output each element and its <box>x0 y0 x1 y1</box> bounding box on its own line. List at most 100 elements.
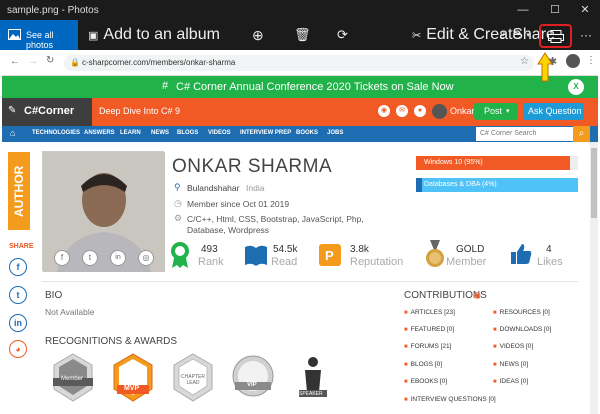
see-all-label: See all photos <box>26 30 54 50</box>
likes-label: Likes <box>537 256 563 268</box>
contrib-news[interactable]: NEWS [0] <box>493 361 529 368</box>
author-label: AUTHOR <box>12 165 26 217</box>
more-options-icon[interactable]: ··· <box>580 20 592 50</box>
user-avatar[interactable] <box>432 104 447 119</box>
book-icon <box>245 245 267 266</box>
contrib-articles[interactable]: ARTICLES [23] <box>404 309 455 316</box>
rss-icon[interactable]: ◉ <box>473 290 481 301</box>
hash-icon: # <box>162 80 169 92</box>
ask-question-button[interactable]: Ask Question <box>523 103 584 120</box>
profile-name: ONKAR SHARMA <box>172 156 333 177</box>
nav-learn[interactable]: LEARN <box>120 130 141 136</box>
messages-icon[interactable]: ✉ <box>396 105 408 117</box>
rotate-icon[interactable]: ⟳ <box>337 20 348 50</box>
profile-icon[interactable] <box>566 54 580 68</box>
search-icon[interactable]: ⌕ <box>573 126 590 142</box>
bio-text: Not Available <box>45 307 95 317</box>
maximize-icon[interactable]: ☐ <box>540 0 570 20</box>
print-button[interactable] <box>539 24 572 48</box>
reputation-value: 3.8k <box>350 244 369 255</box>
profile-linkedin-icon[interactable]: in <box>110 250 126 266</box>
skill-bar-databases: Databases & DBA (4%) <box>416 178 578 192</box>
url-field[interactable]: 🔒 c-sharpcorner.com/members/onkar-sharma <box>64 55 534 71</box>
contrib-featured[interactable]: FEATURED [0] <box>404 326 455 333</box>
mvp-badge-icon <box>113 353 153 402</box>
post-button[interactable]: Post ▾ <box>474 103 518 120</box>
chapter-lead-badge: CHAPTER LEAD <box>171 352 215 404</box>
profile-facebook-icon[interactable]: f <box>54 250 70 266</box>
nav-news[interactable]: NEWS <box>151 130 169 136</box>
contrib-interview-questions[interactable]: INTERVIEW QUESTIONS [0] <box>404 396 496 403</box>
vip-badge-label: VIP <box>247 382 257 388</box>
skill-bar-label: Windows 10 (95%) <box>424 159 483 166</box>
close-icon[interactable]: ✕ <box>570 0 600 20</box>
profile-city: Bulandshahar <box>187 183 240 193</box>
banner-text: C# Corner Annual Conference 2020 Tickets… <box>176 81 454 93</box>
contrib-ideas[interactable]: IDEAS [0] <box>493 378 529 385</box>
clock-icon: ◷ <box>174 198 182 208</box>
see-all-photos-button[interactable]: See all photos <box>0 20 78 50</box>
gold-medal-icon <box>426 240 444 267</box>
skill-bar-fill <box>416 178 423 192</box>
logo-icon: ✎ <box>8 105 17 116</box>
contrib-forums[interactable]: FORUMS [21] <box>404 343 452 350</box>
nav-books[interactable]: BOOKS <box>296 130 318 136</box>
notifications-icon[interactable]: ● <box>414 105 426 117</box>
contrib-downloads[interactable]: DOWNLOADS [0] <box>493 326 552 333</box>
chevron-down-icon: ▾ <box>506 108 510 115</box>
member-badge: Member <box>51 352 95 404</box>
banner-close-button[interactable]: X <box>568 79 584 95</box>
svg-text:P: P <box>325 248 334 263</box>
back-icon[interactable]: ← <box>10 56 20 67</box>
rank-label: Rank <box>198 256 224 268</box>
url-text: c-sharpcorner.com/members/onkar-sharma <box>82 58 236 67</box>
thumbs-up-icon <box>511 244 532 264</box>
site-logo[interactable]: ✎ C#Corner <box>2 98 92 126</box>
nav-videos[interactable]: VIDEOS <box>208 130 231 136</box>
mvp-badge-label: MVP <box>124 385 140 392</box>
home-icon[interactable]: ⌂ <box>10 128 15 138</box>
mvp-badge: MVP <box>111 352 155 404</box>
reddit-icon[interactable]: ◕ <box>9 340 27 358</box>
twitter-icon[interactable]: t <box>9 286 27 304</box>
nav-blogs[interactable]: BLOGS <box>177 130 198 136</box>
add-album-label: Add to an album <box>103 26 220 43</box>
ask-question-label: Ask Question <box>528 106 582 116</box>
annotation-arrow-icon <box>537 52 553 82</box>
edit-icon: ✂ <box>412 29 422 42</box>
reload-icon[interactable]: ↻ <box>46 55 54 66</box>
zoom-icon[interactable]: ⊕ <box>252 20 264 50</box>
podcast-icon[interactable]: ◉ <box>378 105 390 117</box>
facebook-icon[interactable]: f <box>9 258 27 276</box>
star-icon[interactable]: ☆ <box>520 56 529 67</box>
site-header: ✎ C#Corner Deep Dive Into C# 9 ◉ ✉ ● Onk… <box>2 98 598 126</box>
browser-menu-icon[interactable]: ⋮ <box>586 55 596 66</box>
forward-icon[interactable]: → <box>28 56 38 67</box>
contrib-videos[interactable]: VIDEOS [0] <box>493 343 534 350</box>
add-to-album-button[interactable]: ▣ Add to an album <box>88 20 220 50</box>
profile-twitter-icon[interactable]: t <box>82 250 98 266</box>
nav-answers[interactable]: ANSWERS <box>84 130 115 136</box>
linkedin-icon[interactable]: in <box>9 314 27 332</box>
lock-icon: 🔒 <box>70 58 80 67</box>
page-scrollbar[interactable] <box>590 142 598 414</box>
nav-technologies[interactable]: TECHNOLOGIES <box>32 130 80 136</box>
contrib-resources[interactable]: RESOURCES [0] <box>493 309 550 316</box>
user-name[interactable]: Onkar <box>450 106 475 116</box>
window-title: sample.png - Photos <box>7 5 99 16</box>
site-tagline: Deep Dive Into C# 9 <box>99 106 181 116</box>
delete-icon[interactable]: 🗑 <box>294 20 311 50</box>
minimize-icon[interactable]: — <box>508 0 538 20</box>
scrollbar-thumb[interactable] <box>591 148 597 218</box>
logo-text: C#Corner <box>24 105 75 117</box>
profile-github-icon[interactable]: ◎ <box>138 250 154 266</box>
print-icon <box>548 30 564 43</box>
rank-value: 493 <box>201 244 218 255</box>
site-search-input[interactable]: C# Corner Search <box>476 127 573 141</box>
contrib-ebooks[interactable]: EBOOKS [0] <box>404 378 448 385</box>
conference-banner[interactable]: # C# Corner Annual Conference 2020 Ticke… <box>2 76 598 98</box>
nav-interview-prep[interactable]: INTERVIEW PREP <box>240 130 291 136</box>
bio-heading: BIO <box>45 290 63 301</box>
nav-jobs[interactable]: JOBS <box>327 130 343 136</box>
contrib-blogs[interactable]: BLOGS [0] <box>404 361 442 368</box>
